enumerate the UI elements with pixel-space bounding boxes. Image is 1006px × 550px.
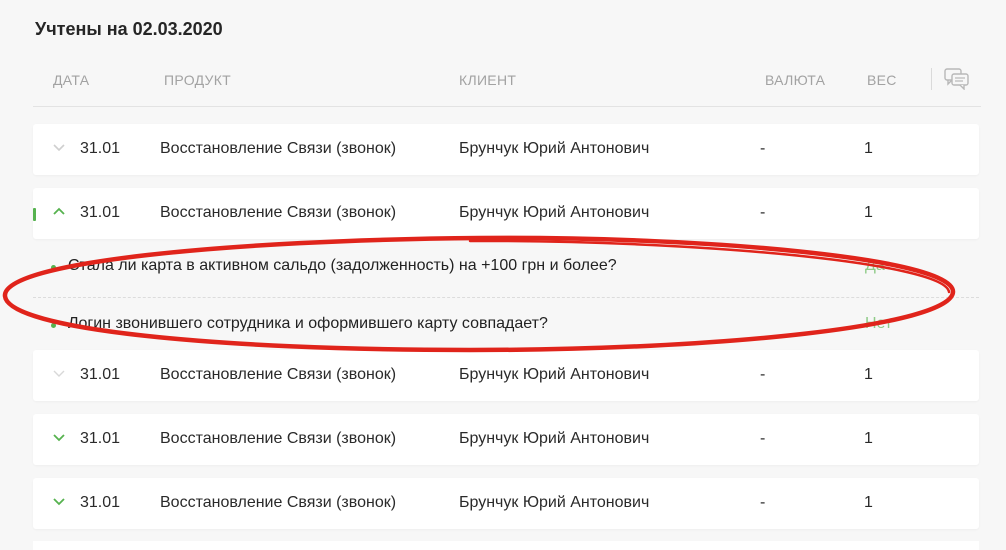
row-client: Брунчук Юрий Антонович: [459, 140, 650, 157]
row-product: Восстановление Связи (звонок): [160, 430, 397, 447]
chevron-down-icon[interactable]: [52, 366, 66, 380]
row-client: Брунчук Юрий Антонович: [459, 204, 650, 221]
table-row[interactable]: 31.01 Восстановление Связи (звонок) Брун…: [33, 414, 979, 465]
row-weight: 1: [864, 204, 873, 221]
row-client: Брунчук Юрий Антонович: [459, 366, 650, 383]
detail-divider: [33, 297, 979, 298]
chevron-down-icon[interactable]: [52, 140, 66, 154]
row-weight: 1: [864, 366, 873, 383]
header-date[interactable]: ДАТА: [53, 72, 89, 88]
detail-answer: Да: [865, 257, 885, 274]
header-weight[interactable]: ВЕС: [867, 72, 897, 88]
table-header: ДАТА ПРОДУКТ КЛИЕНТ ВАЛЮТА ВЕС: [33, 64, 981, 107]
row-currency: -: [760, 494, 766, 511]
table-row-expanded[interactable]: 31.01 Восстановление Связи (звонок) Брун…: [33, 188, 979, 239]
row-weight: 1: [864, 140, 873, 157]
row-currency: -: [760, 430, 766, 447]
row-date: 31.01: [80, 366, 121, 383]
bullet-dot: [51, 265, 56, 270]
row-currency: -: [760, 140, 766, 157]
detail-answer: Нет: [865, 315, 893, 332]
row-date: 31.01: [80, 204, 121, 221]
detail-item: Логин звонившего сотрудника и оформившег…: [33, 299, 979, 353]
detail-question: Логин звонившего сотрудника и оформившег…: [68, 315, 548, 332]
row-date: 31.01: [80, 140, 121, 157]
table-row[interactable]: 31.01 Восстановление Связи (звонок) Брун…: [33, 478, 979, 529]
header-product[interactable]: ПРОДУКТ: [164, 72, 231, 88]
table-row-partial: [33, 541, 979, 550]
row-date: 31.01: [80, 430, 121, 447]
chevron-up-icon[interactable]: [52, 204, 66, 218]
row-product: Восстановление Связи (звонок): [160, 366, 397, 383]
detail-question: Стала ли карта в активном сальдо (задолж…: [68, 257, 617, 274]
row-currency: -: [760, 204, 766, 221]
chat-bubbles-icon[interactable]: [944, 68, 970, 90]
row-weight: 1: [864, 430, 873, 447]
bullet-dot: [51, 323, 56, 328]
row-weight: 1: [864, 494, 873, 511]
header-divider: [931, 68, 932, 90]
header-currency[interactable]: ВАЛЮТА: [765, 72, 825, 88]
row-currency: -: [760, 366, 766, 383]
table-row[interactable]: 31.01 Восстановление Связи (звонок) Брун…: [33, 350, 979, 401]
header-client[interactable]: КЛИЕНТ: [459, 72, 516, 88]
row-product: Восстановление Связи (звонок): [160, 494, 397, 511]
chevron-down-icon[interactable]: [52, 430, 66, 444]
table-row[interactable]: 31.01 Восстановление Связи (звонок) Брун…: [33, 124, 979, 175]
row-client: Брунчук Юрий Антонович: [459, 494, 650, 511]
row-product: Восстановление Связи (звонок): [160, 140, 397, 157]
active-row-marker: [33, 208, 36, 221]
row-product: Восстановление Связи (звонок): [160, 204, 397, 221]
detail-item: Стала ли карта в активном сальдо (задолж…: [33, 241, 979, 295]
row-date: 31.01: [80, 494, 121, 511]
chevron-down-icon[interactable]: [52, 494, 66, 508]
row-client: Брунчук Юрий Антонович: [459, 430, 650, 447]
page-title: Учтены на 02.03.2020: [35, 19, 223, 39]
